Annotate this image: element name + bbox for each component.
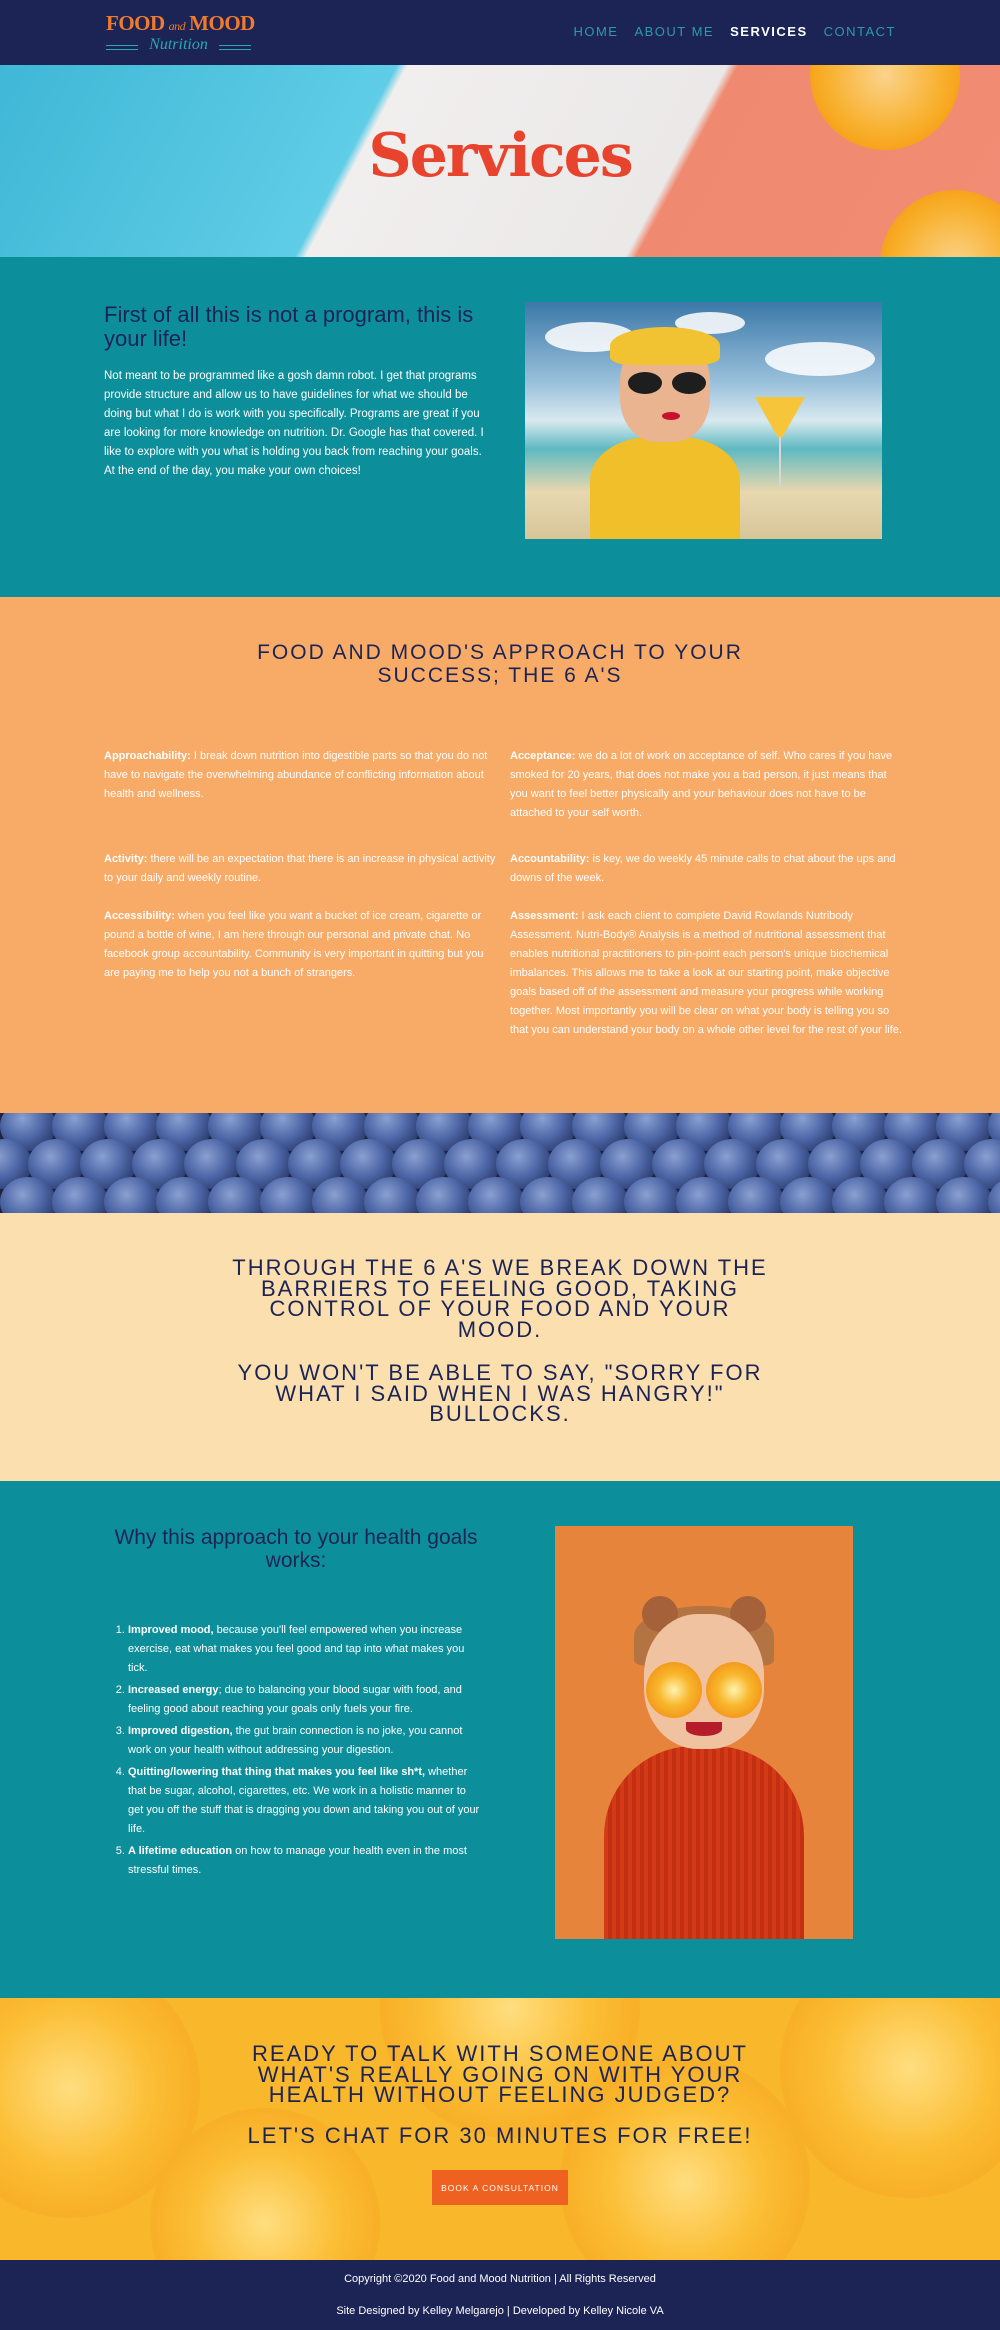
benefit-item: Quitting/lowering that thing that makes …: [128, 1763, 480, 1839]
nav-services[interactable]: SERVICES: [730, 24, 808, 39]
girl-with-oranges-photo: [555, 1526, 853, 1939]
logo-word-food: FOOD: [106, 11, 165, 35]
nav-home[interactable]: HOME: [573, 24, 618, 39]
approach-item-activity: Activity: there will be an expectation t…: [104, 853, 496, 884]
approach-item-approachability: Approachability: I break down nutrition …: [104, 750, 488, 800]
benefit-item: A lifetime education on how to manage yo…: [128, 1842, 480, 1880]
statement-line-1: THROUGH THE 6 A'S WE BREAK DOWN THE BARR…: [232, 1255, 768, 1342]
nav-contact[interactable]: CONTACT: [824, 24, 896, 39]
intro-heading: First of all this is not a program, this…: [104, 302, 474, 351]
benefit-item: Improved digestion, the gut brain connec…: [128, 1722, 480, 1760]
beach-woman-photo: [525, 302, 882, 539]
site-footer: Copyright ©2020 Food and Mood Nutrition …: [0, 2260, 1000, 2330]
six-as-heading: FOOD AND MOOD'S APPROACH TO YOUR SUCCESS…: [257, 641, 743, 687]
approach-item-accountability: Accountability: is key, we do weekly 45 …: [510, 853, 896, 884]
logo-word-and: and: [168, 19, 186, 33]
footer-copyright: Copyright ©2020 Food and Mood Nutrition …: [344, 2273, 656, 2285]
footer-credits: Site Designed by Kelley Melgarejo | Deve…: [336, 2305, 664, 2317]
cta-section: READY TO TALK WITH SOMEONE ABOUT WHAT'S …: [0, 1998, 1000, 2260]
why-heading: Why this approach to your health goals w…: [114, 1526, 478, 1572]
nav-about-me[interactable]: ABOUT ME: [634, 24, 714, 39]
approach-item-acceptance: Acceptance: we do a lot of work on accep…: [510, 750, 893, 819]
benefit-item: Increased energy; due to balancing your …: [128, 1681, 480, 1719]
blueberries-image: [0, 1113, 1000, 1213]
why-section: Why this approach to your health goals w…: [0, 1481, 1000, 1998]
approach-item-assessment: Assessment: I ask each client to complet…: [510, 910, 902, 1036]
main-nav: HOME ABOUT ME SERVICES CONTACT: [573, 24, 896, 39]
intro-section: First of all this is not a program, this…: [0, 257, 1000, 597]
site-logo[interactable]: FOOD and MOOD Nutrition: [106, 11, 255, 53]
site-header: FOOD and MOOD Nutrition HOME ABOUT ME SE…: [0, 0, 1000, 65]
logo-word-mood: MOOD: [189, 11, 255, 35]
book-consultation-button[interactable]: BOOK A CONSULTATION: [432, 2170, 568, 2205]
orange-slice-image: [880, 190, 1000, 257]
cta-heading: READY TO TALK WITH SOMEONE ABOUT WHAT'S …: [252, 2041, 748, 2107]
hero-banner: Services: [0, 65, 1000, 257]
statement-line-2: YOU WON'T BE ABLE TO SAY, "SORRY FOR WHA…: [237, 1360, 763, 1426]
benefits-list: Improved mood, because you'll feel empow…: [128, 1621, 480, 1883]
intro-body: Not meant to be programmed like a gosh d…: [104, 370, 484, 477]
approach-item-accessibility: Accessibility: when you feel like you wa…: [104, 910, 484, 979]
benefit-item: Improved mood, because you'll feel empow…: [128, 1621, 480, 1678]
six-as-section: FOOD AND MOOD'S APPROACH TO YOUR SUCCESS…: [0, 597, 1000, 1113]
logo-word-nutrition: Nutrition: [106, 37, 251, 53]
page-title: Services: [368, 121, 633, 191]
statement-section: THROUGH THE 6 A'S WE BREAK DOWN THE BARR…: [0, 1213, 1000, 1481]
cta-subheading: LET'S CHAT FOR 30 MINUTES FOR FREE!: [247, 2123, 753, 2148]
